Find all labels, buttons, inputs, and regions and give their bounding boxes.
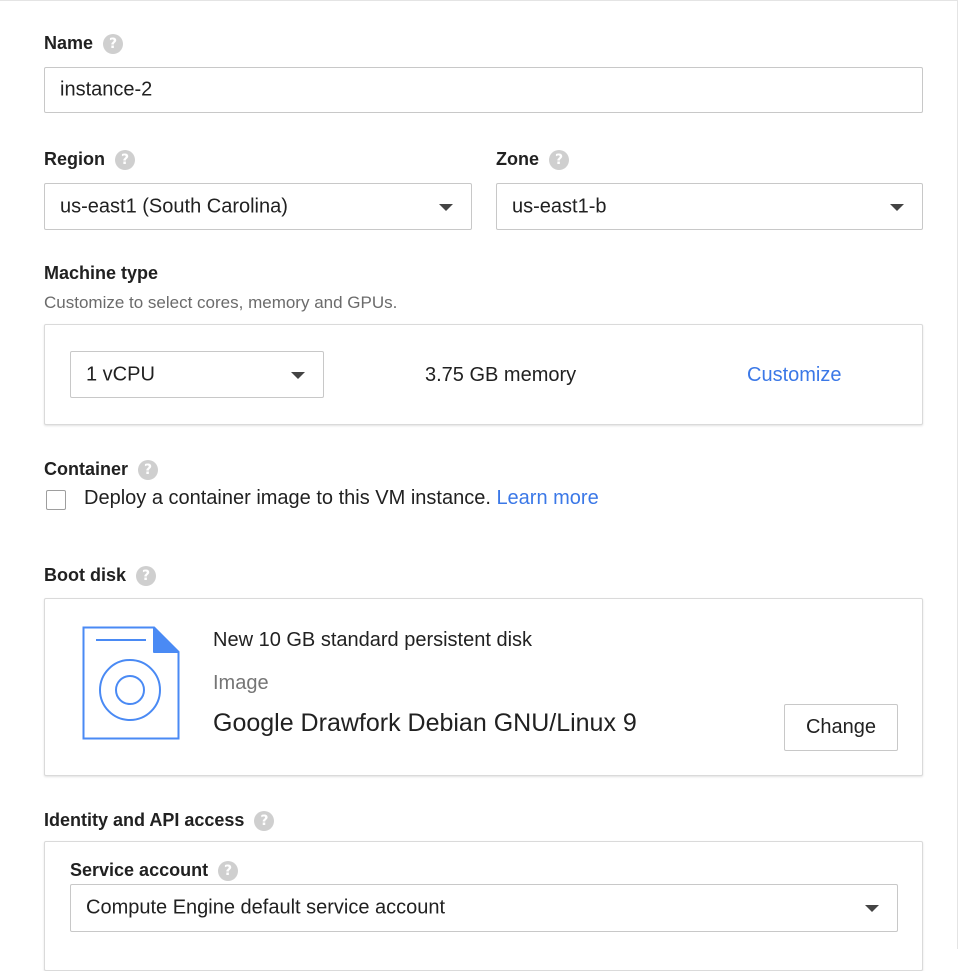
machine-type-card: 1 vCPU 3.75 GB memory Customize: [44, 324, 923, 425]
identity-label: Identity and API access: [44, 810, 245, 830]
customize-link[interactable]: Customize: [747, 364, 841, 387]
zone-select[interactable]: us-east1-b: [496, 183, 923, 230]
change-button[interactable]: Change: [784, 704, 898, 751]
region-select[interactable]: us-east1 (South Carolina): [44, 183, 472, 230]
zone-label-row: Zone?: [496, 148, 569, 171]
dropdown-caret-icon: [439, 203, 453, 211]
disk-icon: [82, 626, 180, 740]
help-icon[interactable]: ?: [549, 150, 569, 171]
container-label-row: Container?: [44, 458, 159, 481]
machine-type-description: Customize to select cores, memory and GP…: [44, 293, 398, 312]
cpu-select-value: 1 vCPU: [86, 363, 155, 385]
identity-label-row: Identity and API access?: [44, 809, 275, 832]
region-label-row: Region?: [44, 148, 135, 171]
zone-select-value: us-east1-b: [512, 195, 607, 217]
image-label: Image: [213, 672, 269, 694]
container-label: Container: [44, 459, 129, 479]
help-icon[interactable]: ?: [138, 460, 159, 481]
name-label-row: Name?: [44, 32, 124, 55]
service-account-label: Service account: [70, 860, 209, 880]
container-checkbox-label: Deploy a container image to this VM inst…: [84, 487, 599, 510]
disk-description: New 10 GB standard persistent disk: [213, 629, 533, 651]
zone-label: Zone: [496, 149, 539, 169]
name-input[interactable]: instance-2: [44, 67, 923, 113]
service-account-select[interactable]: Compute Engine default service account: [70, 884, 898, 932]
help-icon[interactable]: ?: [115, 150, 135, 171]
name-input-value: instance-2: [60, 78, 153, 101]
memory-text: 3.75 GB memory: [425, 364, 577, 386]
boot-disk-card: New 10 GB standard persistent disk Image…: [44, 598, 923, 776]
region-label: Region: [44, 149, 105, 169]
dropdown-caret-icon: [890, 203, 904, 211]
name-label: Name: [44, 33, 94, 53]
help-icon[interactable]: ?: [136, 566, 157, 587]
region-select-value: us-east1 (South Carolina): [60, 195, 288, 217]
service-account-select-value: Compute Engine default service account: [86, 896, 446, 919]
learn-more-link[interactable]: Learn more: [496, 487, 598, 509]
create-instance-form: Name? instance-2 Region? us-east1 (South…: [0, 0, 958, 971]
container-checkbox[interactable]: [46, 490, 66, 510]
dropdown-caret-icon: [291, 371, 305, 379]
boot-disk-label: Boot disk: [44, 565, 127, 585]
container-checkbox-text: Deploy a container image to this VM inst…: [84, 487, 491, 509]
service-account-label-row: Service account?: [70, 859, 239, 882]
dropdown-caret-icon: [865, 905, 879, 912]
help-icon[interactable]: ?: [218, 861, 239, 882]
help-icon[interactable]: ?: [254, 811, 275, 832]
cpu-select[interactable]: 1 vCPU: [70, 351, 324, 398]
help-icon[interactable]: ?: [103, 34, 124, 55]
boot-disk-label-row: Boot disk?: [44, 564, 157, 587]
image-name: Google Drawfork Debian GNU/Linux 9: [213, 709, 637, 737]
machine-type-label: Machine type: [44, 263, 159, 283]
identity-card: Service account? Compute Engine default …: [44, 841, 923, 971]
